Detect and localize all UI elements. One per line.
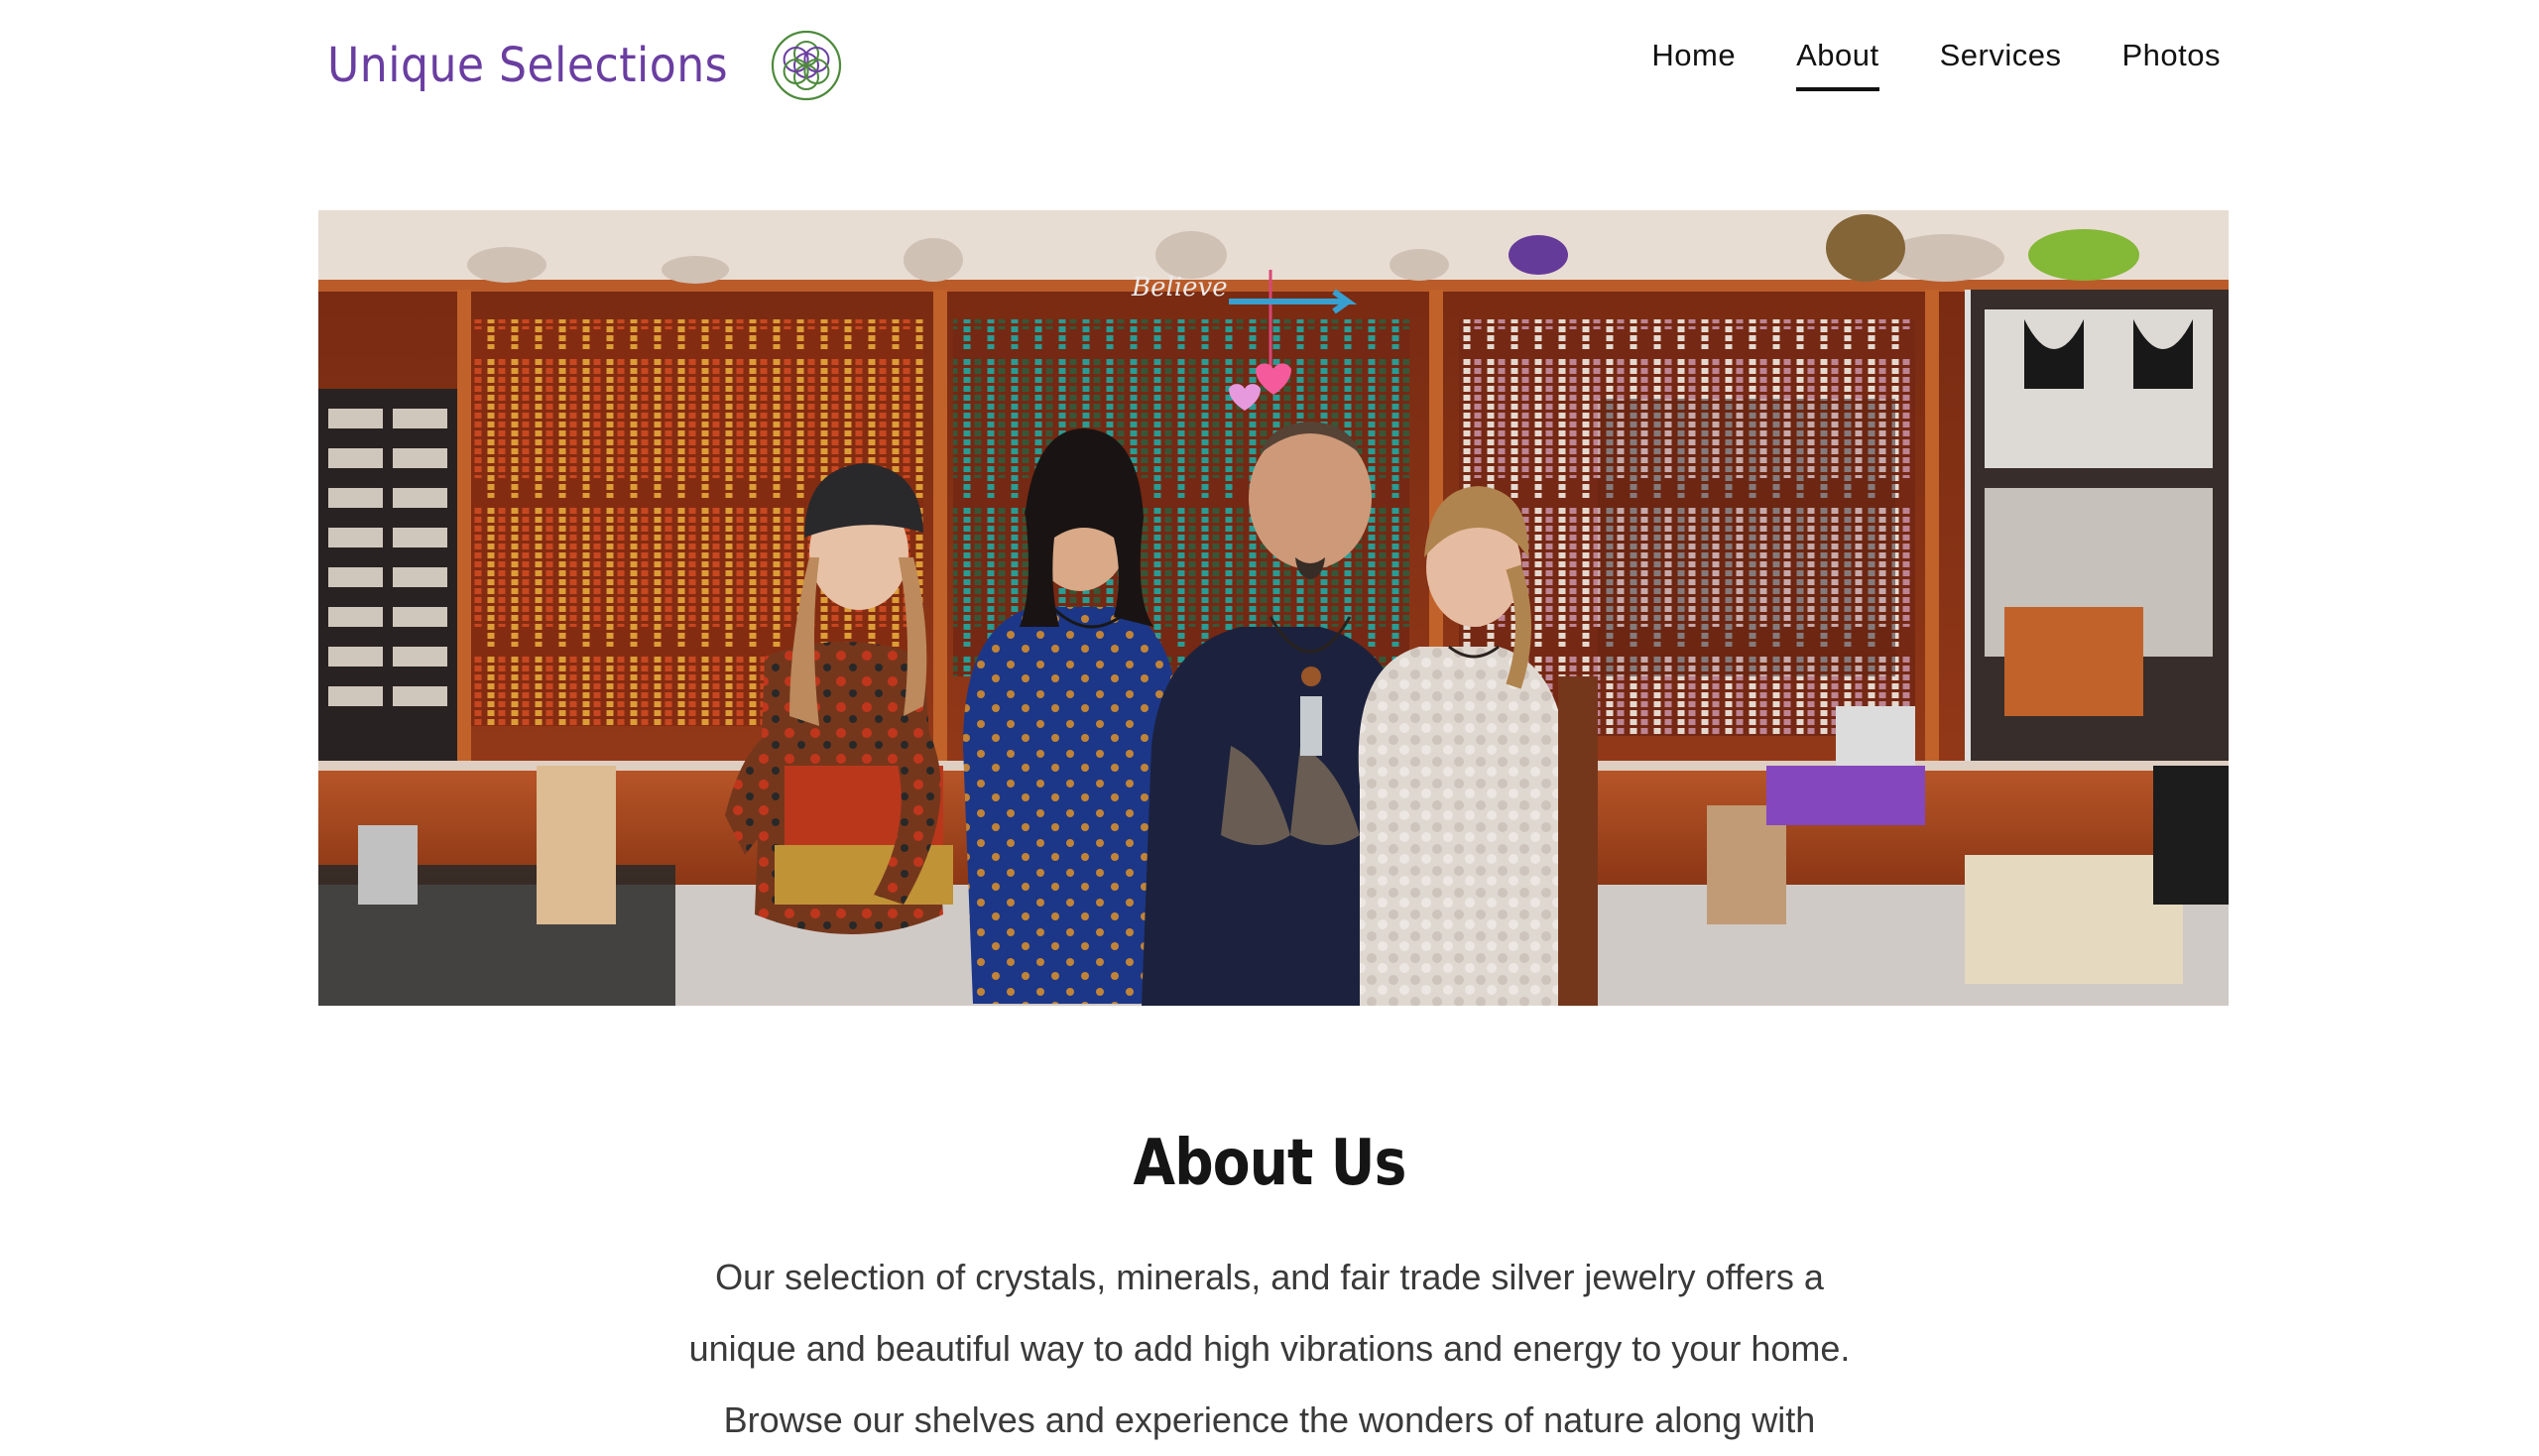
- about-heading: About Us: [1133, 1127, 1406, 1200]
- site-logo[interactable]: Unique Selections: [327, 24, 844, 107]
- nav-home[interactable]: Home: [1651, 38, 1736, 91]
- flower-of-life-icon: [772, 30, 842, 101]
- hero-photo: Believe: [318, 210, 2229, 1006]
- site-header: Unique Selections Home About Services Ph…: [0, 0, 2539, 139]
- nav-about[interactable]: About: [1796, 38, 1879, 91]
- about-line-2: unique and beautiful way to add high vib…: [688, 1328, 1851, 1369]
- team-photo-in-crystal-shop: Believe: [318, 210, 2229, 1006]
- main-nav: Home About Services Photos: [1651, 38, 2221, 91]
- logo-text: Unique Selections: [327, 38, 729, 93]
- about-description: Our selection of crystals, minerals, and…: [635, 1242, 1904, 1456]
- nav-photos[interactable]: Photos: [2121, 38, 2221, 91]
- about-line-3: Browse our shelves and experience the wo…: [723, 1399, 1816, 1440]
- nav-services[interactable]: Services: [1940, 38, 2062, 91]
- about-line-1: Our selection of crystals, minerals, and…: [715, 1257, 1824, 1297]
